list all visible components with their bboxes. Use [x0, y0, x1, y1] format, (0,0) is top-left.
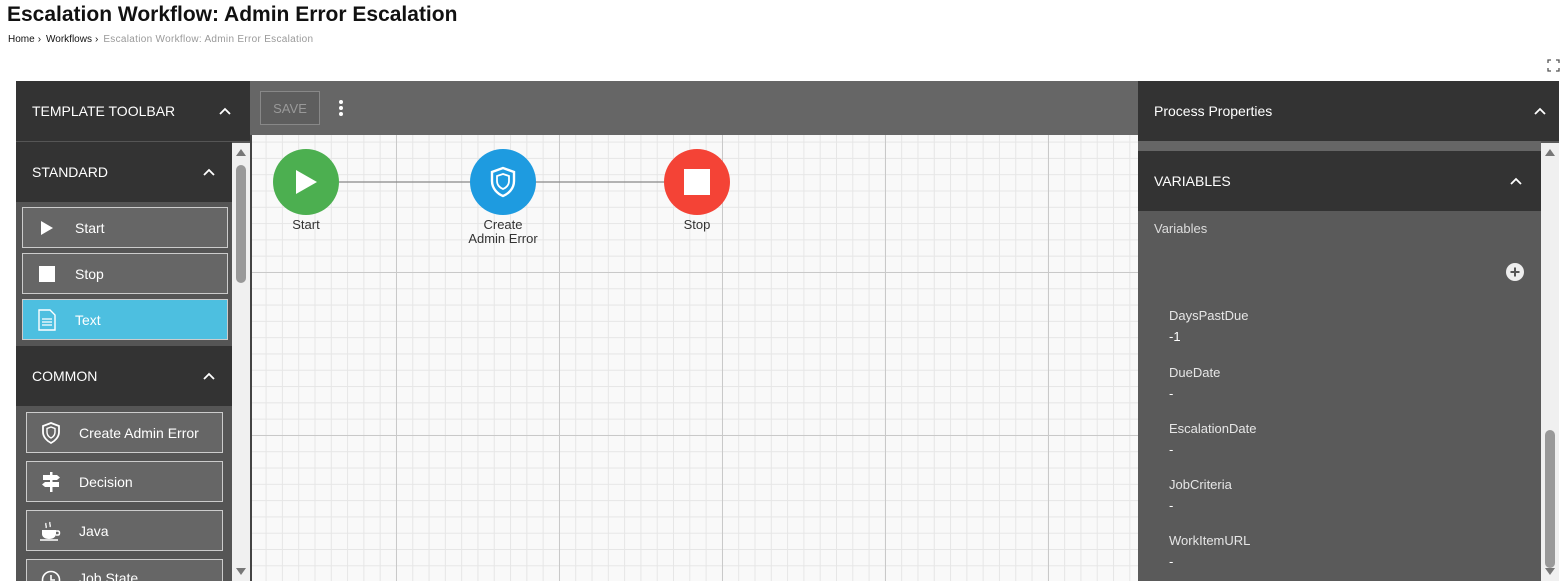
left-scrollbar[interactable]	[232, 143, 250, 581]
scrollbar-thumb[interactable]	[236, 165, 246, 283]
tool-item-decision[interactable]: Decision	[26, 461, 223, 502]
clock-icon	[37, 570, 65, 581]
shield-icon	[490, 166, 516, 198]
tool-item-text[interactable]: Text	[22, 299, 228, 340]
template-toolbar-title: TEMPLATE TOOLBAR	[32, 103, 176, 119]
variables-label: Variables	[1154, 221, 1208, 236]
scroll-up-arrow-icon[interactable]	[236, 149, 246, 156]
stop-icon	[684, 169, 710, 195]
add-variable-icon[interactable]	[1506, 263, 1524, 281]
coffee-icon	[37, 520, 65, 542]
variable-value: -	[1169, 442, 1174, 457]
variable-name: EscalationDate	[1169, 421, 1257, 436]
tool-item-job-state[interactable]: Job State	[26, 559, 223, 581]
standard-section-title: STANDARD	[32, 164, 108, 180]
variable-item[interactable]: EscalationDate -	[1169, 421, 1256, 457]
variable-item[interactable]: DaysPastDue -1	[1169, 308, 1248, 344]
common-section-title: COMMON	[32, 368, 98, 384]
process-properties-header[interactable]: Process Properties	[1138, 81, 1559, 141]
common-section-header[interactable]: COMMON	[16, 346, 232, 406]
save-button[interactable]: SAVE	[260, 91, 320, 125]
more-vertical-icon[interactable]	[338, 99, 344, 117]
variable-value: -	[1169, 498, 1174, 513]
scrollbar-thumb[interactable]	[1545, 430, 1555, 568]
tool-item-label: Create Admin Error	[79, 424, 199, 441]
variables-section-title: VARIABLES	[1154, 173, 1231, 189]
tool-item-label: Decision	[79, 473, 133, 490]
breadcrumb-home[interactable]: Home	[8, 34, 35, 45]
canvas-toolbar: SAVE	[250, 81, 1138, 135]
tool-item-label: Text	[75, 311, 101, 328]
process-properties-title: Process Properties	[1154, 103, 1273, 119]
tool-item-start[interactable]: Start	[22, 207, 228, 248]
signpost-icon	[37, 471, 65, 493]
tool-item-label: Job State	[79, 570, 139, 581]
node-start[interactable]	[273, 149, 339, 215]
variable-value: -	[1169, 554, 1174, 569]
document-icon	[33, 308, 61, 331]
node-label: Create Admin Error	[468, 217, 538, 246]
scroll-down-arrow-icon[interactable]	[236, 568, 246, 575]
shield-icon	[37, 421, 65, 444]
tool-item-label: Stop	[75, 265, 104, 282]
workflow-editor: TEMPLATE TOOLBAR STANDARD Start Stop Tex…	[16, 81, 1559, 581]
variable-item[interactable]: JobCriteria -	[1169, 477, 1232, 513]
chevron-up-icon[interactable]	[202, 165, 216, 179]
stop-icon	[33, 265, 61, 282]
tool-item-stop[interactable]: Stop	[22, 253, 228, 294]
divider	[1138, 141, 1541, 151]
chevron-up-icon[interactable]	[218, 104, 232, 118]
chevron-up-icon[interactable]	[1533, 104, 1547, 118]
play-icon	[296, 170, 317, 194]
variable-item[interactable]: DueDate -	[1169, 365, 1220, 401]
right-scrollbar[interactable]	[1541, 143, 1559, 581]
variable-item[interactable]: WorkItemURL -	[1169, 533, 1250, 569]
breadcrumb: Home › Workflows › Escalation Workflow: …	[8, 34, 313, 45]
scroll-up-arrow-icon[interactable]	[1545, 149, 1555, 156]
page-title: Escalation Workflow: Admin Error Escalat…	[7, 3, 458, 26]
tool-item-label: Start	[75, 219, 105, 236]
variable-name: DueDate	[1169, 365, 1221, 380]
breadcrumb-current: Escalation Workflow: Admin Error Escalat…	[103, 34, 314, 45]
tool-item-java[interactable]: Java	[26, 510, 223, 551]
template-toolbar-header[interactable]: TEMPLATE TOOLBAR	[16, 81, 250, 141]
process-properties-panel: Process Properties VARIABLES Variables D…	[1138, 81, 1559, 581]
template-toolbar-panel: TEMPLATE TOOLBAR STANDARD Start Stop Tex…	[16, 81, 250, 581]
play-icon	[33, 220, 61, 236]
workflow-canvas[interactable]: Start Create Admin Error Stop	[252, 135, 1138, 581]
variables-section-header[interactable]: VARIABLES	[1138, 151, 1541, 211]
chevron-up-icon[interactable]	[1509, 174, 1523, 188]
breadcrumb-workflows[interactable]: Workflows	[46, 34, 92, 45]
node-label: Stop	[683, 217, 711, 232]
chevron-up-icon[interactable]	[202, 369, 216, 383]
node-create-admin-error[interactable]	[470, 149, 536, 215]
fullscreen-icon[interactable]	[1547, 59, 1560, 72]
tool-item-label: Java	[79, 522, 109, 539]
node-stop[interactable]	[664, 149, 730, 215]
variable-value: -1	[1169, 329, 1181, 344]
variable-value: -	[1169, 386, 1174, 401]
variable-name: WorkItemURL	[1169, 533, 1251, 548]
tool-item-create-admin-error[interactable]: Create Admin Error	[26, 412, 223, 453]
variable-name: JobCriteria	[1169, 477, 1232, 492]
chevron-right-icon: ›	[37, 34, 42, 45]
variable-name: DaysPastDue	[1169, 308, 1249, 323]
chevron-right-icon: ›	[94, 34, 99, 45]
standard-section-header[interactable]: STANDARD	[16, 142, 232, 202]
node-label: Start	[292, 217, 320, 232]
scroll-down-arrow-icon[interactable]	[1545, 568, 1555, 575]
